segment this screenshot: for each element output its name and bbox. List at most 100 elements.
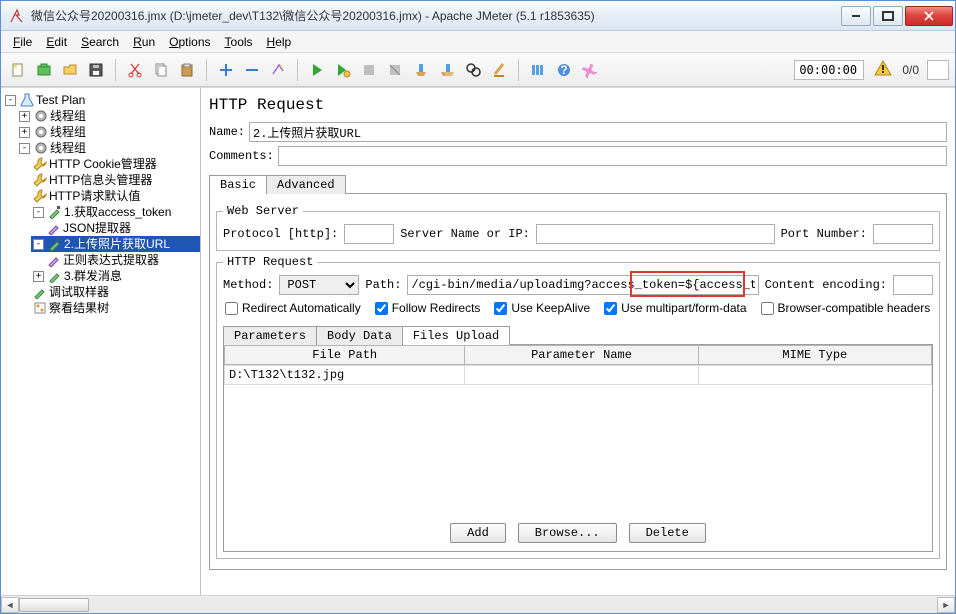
method-select[interactable]: POST	[279, 275, 359, 295]
help-icon[interactable]: ?	[553, 59, 575, 81]
browse-button[interactable]: Browse...	[518, 523, 617, 543]
tree-s3[interactable]: 3.群发消息	[64, 268, 122, 284]
warning-icon	[874, 60, 892, 79]
name-label: Name:	[209, 125, 245, 139]
menu-file[interactable]: File	[7, 33, 38, 51]
path-input[interactable]	[407, 275, 758, 295]
basic-tab-body: Web Server Protocol [http]: Server Name …	[209, 193, 947, 570]
tree-tg3[interactable]: 线程组	[50, 140, 86, 156]
toggle-icon[interactable]	[267, 59, 289, 81]
scroll-right-arrow[interactable]: ►	[937, 597, 955, 613]
new-icon[interactable]	[7, 59, 29, 81]
gear-icon	[34, 125, 48, 139]
files-upload-body: File Path Parameter Name MIME Type D:\T1…	[223, 344, 933, 552]
comments-input[interactable]	[278, 146, 947, 166]
config-tabs: Basic Advanced	[209, 174, 951, 193]
start-icon[interactable]	[306, 59, 328, 81]
menu-edit[interactable]: Edit	[40, 33, 73, 51]
open-icon[interactable]	[59, 59, 81, 81]
cb-redirect[interactable]: Redirect Automatically	[225, 301, 361, 315]
scroll-left-arrow[interactable]: ◄	[1, 597, 19, 613]
cell-mime-type[interactable]	[698, 366, 931, 385]
shutdown-icon[interactable]	[384, 59, 406, 81]
reset-search-icon[interactable]	[488, 59, 510, 81]
main-panel: HTTP Request Name: Comments: Basic Advan…	[201, 88, 955, 595]
tree-selected[interactable]: -2.上传照片获取URL	[31, 236, 200, 252]
menu-options[interactable]: Options	[163, 33, 216, 51]
tree-tg2[interactable]: 线程组	[50, 124, 86, 140]
cell-file-path[interactable]: D:\T132\t132.jpg	[225, 366, 465, 385]
tree-header[interactable]: HTTP信息头管理器	[49, 172, 152, 188]
tab-parameters[interactable]: Parameters	[223, 326, 317, 345]
body-tabs: Parameters Body Data Files Upload	[223, 325, 933, 344]
scroll-track[interactable]	[19, 597, 937, 613]
cb-keepalive[interactable]: Use KeepAlive	[494, 301, 590, 315]
save-icon[interactable]	[85, 59, 107, 81]
table-row[interactable]: D:\T132\t132.jpg	[225, 366, 932, 385]
menu-run[interactable]: Run	[127, 33, 161, 51]
menu-help[interactable]: Help	[261, 33, 298, 51]
expand-icon[interactable]	[215, 59, 237, 81]
clear-icon[interactable]	[410, 59, 432, 81]
menu-tools[interactable]: Tools	[219, 33, 259, 51]
close-button[interactable]	[905, 6, 953, 26]
content-area: -Test Plan +线程组 +线程组 -线程组 HTTP Cookie管理器…	[1, 87, 955, 595]
plugins-icon[interactable]	[579, 59, 601, 81]
start-no-timer-icon[interactable]	[332, 59, 354, 81]
gear-icon	[34, 141, 48, 155]
tree-json[interactable]: JSON提取器	[63, 220, 131, 236]
menu-search[interactable]: Search	[75, 33, 125, 51]
tree-tg1[interactable]: 线程组	[50, 108, 86, 124]
cell-param-name[interactable]	[465, 366, 698, 385]
pipette-icon	[48, 205, 62, 219]
server-label: Server Name or IP:	[400, 227, 530, 241]
tree-s2: 2.上传照片获取URL	[64, 236, 170, 252]
tree-regex[interactable]: 正则表达式提取器	[63, 252, 159, 268]
stop-icon[interactable]	[358, 59, 380, 81]
pipette-icon	[33, 285, 47, 299]
tab-files-upload[interactable]: Files Upload	[402, 326, 510, 345]
tree-root[interactable]: Test Plan	[36, 92, 85, 108]
tree-defaults[interactable]: HTTP请求默认值	[49, 188, 140, 204]
tab-body-data[interactable]: Body Data	[316, 326, 403, 345]
results-icon	[33, 301, 47, 315]
search-icon[interactable]	[462, 59, 484, 81]
cut-icon[interactable]	[124, 59, 146, 81]
tree-view[interactable]: 察看结果树	[49, 300, 109, 316]
tree-s1[interactable]: 1.获取access_token	[64, 204, 171, 220]
encoding-input[interactable]	[893, 275, 933, 295]
horizontal-scrollbar[interactable]: ◄ ►	[1, 595, 955, 613]
col-file-path[interactable]: File Path	[225, 346, 465, 365]
test-plan-tree[interactable]: -Test Plan +线程组 +线程组 -线程组 HTTP Cookie管理器…	[1, 88, 201, 595]
protocol-input[interactable]	[344, 224, 394, 244]
col-mime-type[interactable]: MIME Type	[698, 346, 931, 365]
tree-dbg[interactable]: 调试取样器	[49, 284, 109, 300]
delete-button[interactable]: Delete	[629, 523, 706, 543]
app-window: 微信公众号20200316.jmx (D:\jmeter_dev\T132\微信…	[0, 0, 956, 614]
minimize-button[interactable]	[841, 6, 871, 26]
scroll-thumb[interactable]	[19, 598, 89, 612]
cb-browser[interactable]: Browser-compatible headers	[761, 301, 931, 315]
function-helper-icon[interactable]	[527, 59, 549, 81]
http-request-group: HTTP Request Method: POST Path: Content …	[216, 255, 940, 559]
col-param-name[interactable]: Parameter Name	[465, 346, 698, 365]
server-input[interactable]	[536, 224, 775, 244]
tab-advanced[interactable]: Advanced	[266, 175, 346, 194]
encoding-label: Content encoding:	[765, 278, 887, 292]
port-input[interactable]	[873, 224, 933, 244]
clear-all-icon[interactable]	[436, 59, 458, 81]
templates-icon[interactable]	[33, 59, 55, 81]
name-input[interactable]	[249, 122, 947, 142]
collapse-icon[interactable]	[241, 59, 263, 81]
copy-icon[interactable]	[150, 59, 172, 81]
svg-text:?: ?	[560, 63, 567, 77]
cb-follow[interactable]: Follow Redirects	[375, 301, 481, 315]
add-button[interactable]: Add	[450, 523, 506, 543]
gear-icon	[34, 109, 48, 123]
tab-basic[interactable]: Basic	[209, 175, 267, 194]
cb-multipart[interactable]: Use multipart/form-data	[604, 301, 746, 315]
paste-icon[interactable]	[176, 59, 198, 81]
maximize-button[interactable]	[873, 6, 903, 26]
files-table[interactable]: File Path Parameter Name MIME Type	[224, 345, 932, 365]
tree-cookie[interactable]: HTTP Cookie管理器	[49, 156, 157, 172]
